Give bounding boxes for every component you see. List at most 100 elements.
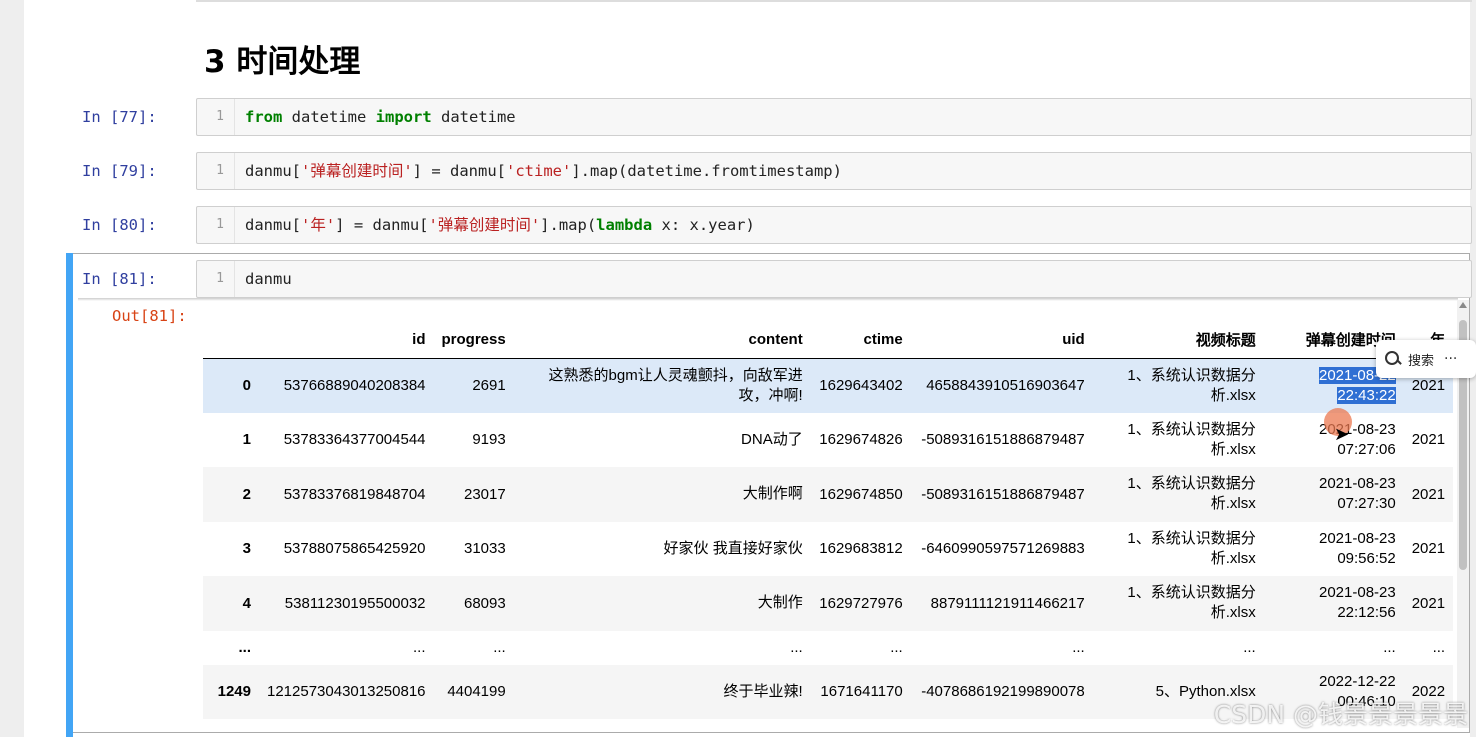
table-row: 4 53811230195500032 68093 大制作 1629727976… xyxy=(203,576,1454,631)
cell-year: 2021 xyxy=(1411,540,1446,558)
cell-id: 53766889040208384 xyxy=(283,377,426,394)
line-number: 1 xyxy=(197,99,235,135)
section-heading: 3 时间处理 xyxy=(204,44,361,80)
cell-ctime: 1629674850 xyxy=(819,485,903,503)
watermark: CSDN @钱景景景景景 xyxy=(1213,700,1468,729)
cell-content: 这熟悉的bgm让人灵魂颤抖，向敌军进攻，冲啊! xyxy=(548,366,803,404)
cell-progress: 2691 xyxy=(472,377,506,394)
cell-progress: ... xyxy=(493,639,506,656)
column-header-video-title: 视频标题 xyxy=(1092,322,1264,359)
cell-uid: -5089316151886879487 xyxy=(921,431,1085,449)
column-header-ctime: ctime xyxy=(810,322,911,359)
column-header-id: id xyxy=(259,322,434,359)
cell-ctime: 1629674826 xyxy=(819,431,903,449)
cell-uid: 4658843910516903647 xyxy=(926,377,1085,394)
code-line[interactable]: danmu xyxy=(245,261,292,297)
search-icon[interactable] xyxy=(1384,350,1402,368)
column-header-uid: uid xyxy=(910,322,1093,359)
row-index: 2 xyxy=(242,485,251,503)
table-row: 2 53783376819848704 23017 大制作啊 162967485… xyxy=(203,467,1454,522)
cell-progress: 31033 xyxy=(464,540,506,558)
code-input[interactable]: 1 danmu['年'] = danmu['弹幕创建时间'].map(lambd… xyxy=(196,206,1472,244)
cell-progress: 68093 xyxy=(464,594,506,612)
code-line[interactable]: danmu['弹幕创建时间'] = danmu['ctime'].map(dat… xyxy=(245,153,842,189)
cell-ctime: 1629727976 xyxy=(819,594,903,612)
cell-created-time: ... xyxy=(1383,639,1396,656)
cell-uid: -5089316151886879487 xyxy=(921,485,1085,503)
cell-uid: -4078686192199890078 xyxy=(921,683,1085,701)
column-header-progress: progress xyxy=(433,322,514,359)
output-area[interactable]: id progress content ctime uid 视频标题 弹幕创建时… xyxy=(78,300,1468,728)
cell-created-time: 2021-08-23 07:27:30 xyxy=(1318,475,1396,513)
cell-uid: -6460990597571269883 xyxy=(921,540,1085,558)
cell-ctime: 1671641170 xyxy=(820,683,903,701)
cell-video-title: 1、系统认识数据分析.xlsx xyxy=(1127,420,1256,458)
cell-ctime: ... xyxy=(890,639,903,656)
cell-video-title: ... xyxy=(1243,639,1256,656)
cell-year: ... xyxy=(1432,639,1446,656)
code-line[interactable]: danmu['年'] = danmu['弹幕创建时间'].map(lambda … xyxy=(245,207,755,243)
code-input[interactable]: 1 danmu xyxy=(196,260,1472,298)
code-input[interactable]: 1 from datetime import datetime xyxy=(196,98,1472,136)
line-number: 1 xyxy=(197,153,235,189)
cell-video-title: 1、系统认识数据分析.xlsx xyxy=(1127,584,1256,622)
column-header-content: content xyxy=(513,322,811,359)
input-prompt: In [77]: xyxy=(82,108,157,126)
cell-uid: ... xyxy=(1072,639,1085,656)
input-prompt: In [80]: xyxy=(82,216,157,234)
cell-id: 53783364377004544 xyxy=(283,431,426,449)
code-line[interactable]: from datetime import datetime xyxy=(245,99,516,135)
cell-progress: 9193 xyxy=(472,431,506,449)
cell-video-title: 1、系统认识数据分析.xlsx xyxy=(1127,475,1256,513)
row-index: 0 xyxy=(242,377,251,394)
previous-cell-edge xyxy=(196,0,1472,2)
cell-created-time: 2021-08-23 22:12:56 xyxy=(1318,584,1396,622)
active-cell-indicator xyxy=(66,253,73,737)
row-index: 4 xyxy=(242,594,251,612)
cell-video-title: 1、系统认识数据分析.xlsx xyxy=(1127,529,1256,567)
table-header-row: id progress content ctime uid 视频标题 弹幕创建时… xyxy=(203,322,1454,359)
cell-id: 1212573043013250816 xyxy=(267,683,426,701)
code-input[interactable]: 1 danmu['弹幕创建时间'] = danmu['ctime'].map(d… xyxy=(196,152,1472,190)
cell-content: 大制作啊 xyxy=(742,485,803,503)
mouse-cursor-icon: ➤ xyxy=(1334,424,1350,445)
search-label[interactable]: 搜索 xyxy=(1408,350,1434,369)
cell-id: ... xyxy=(413,639,426,656)
cell-ctime: 1629683812 xyxy=(819,540,903,558)
cell-ctime: 1629643402 xyxy=(819,377,903,394)
cell-id: 53788075865425920 xyxy=(283,540,426,558)
notebook-page: 3 时间处理 In [77]: 1 from datetime import d… xyxy=(24,0,1472,737)
cell-uid: 8879111121911466217 xyxy=(930,594,1085,612)
dataframe-table: id progress content ctime uid 视频标题 弹幕创建时… xyxy=(203,322,1454,719)
scroll-up-arrow-icon[interactable] xyxy=(1459,302,1467,308)
line-number: 1 xyxy=(197,261,235,297)
row-index: 3 xyxy=(242,540,251,558)
cell-year: 2021 xyxy=(1411,431,1446,449)
input-prompt: In [81]: xyxy=(82,270,157,288)
input-prompt: In [79]: xyxy=(82,162,157,180)
cell-year: 2021 xyxy=(1411,594,1446,612)
table-row[interactable]: 0 53766889040208384 2691 这熟悉的bgm让人灵魂颤抖，向… xyxy=(203,358,1454,413)
line-number: 1 xyxy=(197,207,235,243)
table-row: 3 53788075865425920 31033 好家伙 我直接好家伙 162… xyxy=(203,521,1454,576)
row-index: ... xyxy=(238,639,251,656)
selected-time-text: 22:43:22 xyxy=(1337,386,1396,404)
cell-video-title: 1、系统认识数据分析.xlsx xyxy=(1127,366,1256,404)
cell-year: 2021 xyxy=(1411,485,1446,503)
cell-content: 大制作 xyxy=(757,594,803,612)
cell-content: ... xyxy=(790,639,803,656)
selection-context-popup[interactable]: 搜索 ··· xyxy=(1376,340,1476,378)
row-index: 1249 xyxy=(217,683,251,701)
more-options-icon[interactable]: ··· xyxy=(1444,351,1457,367)
column-header-index xyxy=(203,322,259,359)
cell-progress: 4404199 xyxy=(447,683,506,701)
table-row-ellipsis: ... ... ... ... ... ... ... ... ... xyxy=(203,630,1454,665)
cell-content: 终于毕业辣! xyxy=(723,682,803,700)
cell-created-time: 2021-08-23 09:56:52 xyxy=(1318,529,1396,567)
cell-content: DNA动了 xyxy=(741,430,803,448)
cell-progress: 23017 xyxy=(464,485,506,503)
cell-id: 53783376819848704 xyxy=(283,485,426,503)
cell-content: 好家伙 我直接好家伙 xyxy=(663,539,803,557)
cell-id: 53811230195500032 xyxy=(284,594,426,612)
row-index: 1 xyxy=(242,431,251,449)
